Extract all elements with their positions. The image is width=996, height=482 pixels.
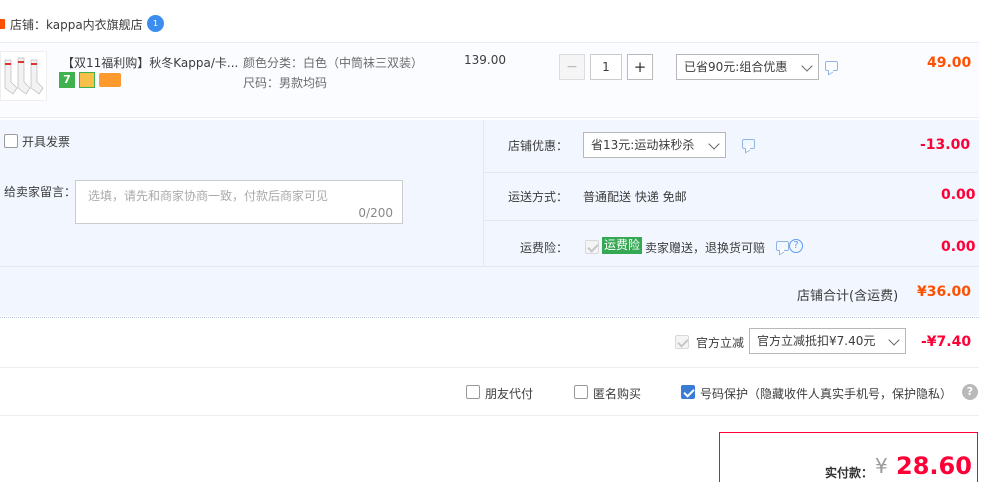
shield-badge-icon	[79, 72, 95, 88]
payment-box: 实付款： ¥ 28.60	[719, 432, 978, 482]
card-badge-icon	[99, 73, 121, 87]
discount-message-icon[interactable]	[742, 139, 755, 149]
official-discount-select[interactable]: 官方立减抵扣¥7.40元	[749, 328, 906, 354]
official-discount-label: 官方立减	[696, 336, 745, 350]
phone-protect-label[interactable]: 号码保护（隐藏收件人真实手机号，保护隐私）	[700, 385, 952, 402]
item-spec-color: 颜色分类：白色（中筒袜三双装）	[243, 56, 424, 70]
seven-day-return-badge: 7	[59, 72, 75, 88]
item-spec-size: 尺码：男款均码	[243, 76, 328, 90]
item-subtotal: 49.00	[927, 55, 972, 71]
quantity-stepper: − 1 +	[559, 54, 655, 80]
shop-discount-value: 省13元:运动袜秒杀	[591, 138, 695, 152]
message-textarea[interactable]: 选填，请先和商家协商一致，付款后商家可见 0/200	[75, 180, 403, 224]
phone-protect-checkbox[interactable]	[681, 385, 695, 399]
anonymous-checkbox[interactable]	[574, 385, 588, 399]
shipping-label: 运送方式：	[508, 190, 569, 204]
friend-pay-label[interactable]: 朋友代付	[485, 385, 533, 402]
item-row: 【双11福利购】秋冬Kappa/卡... 7 颜色分类：白色（中筒袜三双装） 尺…	[0, 42, 979, 118]
shop-discount-label: 店铺优惠：	[508, 139, 569, 153]
item-price: 139.00	[464, 53, 506, 67]
payment-currency: ¥	[875, 454, 888, 478]
help-icon[interactable]: ?	[962, 384, 978, 400]
wangwang-icon[interactable]: 1	[147, 15, 164, 32]
insurance-label: 运费险：	[520, 241, 569, 255]
item-promo-select[interactable]: 已省90元:组合优惠	[676, 54, 819, 80]
insurance-desc: 卖家赠送，退换货可赔	[645, 241, 766, 255]
product-image[interactable]	[0, 51, 47, 101]
shop-icon	[0, 19, 5, 29]
shop-discount-select[interactable]: 省13元:运动袜秒杀	[583, 132, 726, 158]
shop-total-amount: ¥36.00	[917, 284, 972, 300]
qty-input[interactable]: 1	[590, 54, 622, 80]
official-discount-value: 官方立减抵扣¥7.40元	[757, 334, 876, 348]
invoice-checkbox[interactable]	[4, 134, 18, 148]
shop-name[interactable]: 店铺：kappa内衣旗舰店	[10, 16, 143, 33]
insurance-message-icon[interactable]	[776, 241, 789, 251]
qty-minus-button[interactable]: −	[559, 54, 585, 80]
anonymous-label[interactable]: 匿名购买	[593, 385, 641, 402]
payment-label: 实付款：	[825, 466, 874, 480]
shipping-value: 普通配送 快递 免邮	[583, 190, 687, 204]
invoice-label[interactable]: 开具发票	[22, 133, 70, 150]
insurance-checkbox	[585, 240, 599, 254]
message-label: 给卖家留言：	[4, 185, 77, 199]
payment-amount: 28.60	[896, 452, 972, 480]
promo-message-icon[interactable]	[825, 61, 838, 71]
friend-pay-checkbox[interactable]	[466, 385, 480, 399]
shop-total-label: 店铺合计(含运费)	[797, 289, 899, 304]
shop-discount-amount: -13.00	[920, 137, 971, 153]
help-circle-icon[interactable]: ?	[789, 239, 803, 253]
chevron-down-icon	[888, 334, 900, 346]
chevron-down-icon	[708, 138, 720, 150]
message-counter: 0/200	[358, 206, 393, 220]
item-promo-value: 已省90元:组合优惠	[684, 60, 788, 74]
chevron-down-icon	[801, 60, 813, 72]
insurance-tag: 运费险	[602, 237, 643, 254]
qty-plus-button[interactable]: +	[627, 54, 653, 80]
item-title[interactable]: 【双11福利购】秋冬Kappa/卡...	[62, 54, 238, 71]
shipping-amount: 0.00	[941, 187, 976, 203]
socks-image	[4, 57, 44, 95]
official-discount-checkbox[interactable]	[675, 335, 689, 349]
official-discount-amount: -¥7.40	[921, 334, 972, 350]
insurance-amount: 0.00	[941, 239, 976, 255]
message-placeholder: 选填，请先和商家协商一致，付款后商家可见	[88, 189, 329, 203]
